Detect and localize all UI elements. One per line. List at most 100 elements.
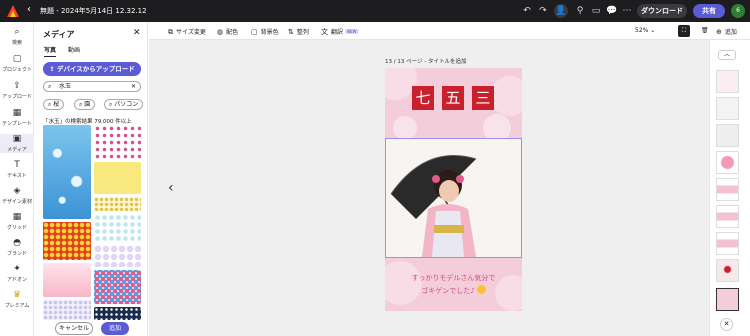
chevron-up-icon[interactable]: ︿ (718, 50, 736, 60)
suggestion-chip[interactable]: ⌕ 桜 (43, 99, 65, 110)
top-bar: ‹ 無題 - 2024年5月14日 12.32.12 ↶ ↷ 👤 ⚲ ▭ 💬 ⋯… (0, 0, 750, 22)
page-thumbnail[interactable] (716, 70, 739, 93)
redo-icon[interactable]: ↷ (536, 4, 550, 18)
translate-button[interactable]: 文翻訳 NEW (321, 27, 359, 37)
upload-from-device-button[interactable]: ⇪ デバイスからアップロード (43, 62, 141, 76)
add-button[interactable]: 追加 (101, 322, 129, 335)
brand-icon: ◓ (13, 238, 21, 248)
arrange-button[interactable]: ⇅ 整列 (288, 27, 309, 36)
color-scheme-button[interactable]: ◍ 配色 (217, 27, 238, 36)
zoom-select[interactable]: 52% ⌄ (635, 27, 655, 34)
upload-icon: ⇪ (13, 81, 21, 91)
close-icon[interactable]: ✕ (133, 28, 141, 38)
page-thumbnail[interactable] (716, 97, 739, 120)
cancel-button[interactable]: キャンセル (55, 322, 93, 335)
rail-item-design-assets[interactable]: ◈ デザイン素材 (0, 186, 34, 205)
background-color-button[interactable]: ▢ 背景色 (251, 27, 279, 36)
rail-item-upload[interactable]: ⇪ アップロード (0, 81, 34, 100)
search-input[interactable]: ⌕ 水玉 ✕ (43, 81, 141, 92)
suggestion-chip[interactable]: ⌕ 園 (74, 99, 96, 110)
add-page-button[interactable]: ⊕ 追加 (716, 27, 737, 36)
more-icon[interactable]: ⋯ (620, 4, 634, 18)
media-panel: メディア ✕ 写真 動画 ⇪ デバイスからアップロード ⌕ 水玉 ✕ ⌕ 桜 ⌕… (34, 22, 148, 336)
grid-icon: ▦ (12, 212, 22, 222)
left-rail: ⌕ 検索 ▢ プロジェクト ⇪ アップロード ▦ テンプレート ▣ メディア T テキスト … (0, 22, 34, 336)
rail-item-text[interactable]: T テキスト (0, 160, 34, 179)
new-badge: NEW (345, 29, 359, 34)
editor-toolbar: ⧉ サイズ変更 ◍ 配色 ▢ 背景色 ⇅ 整列 文翻訳 NEW 52% ⌄ ⛶ 🗑 ⊕ 追加 (149, 22, 750, 40)
result-image[interactable] (43, 125, 91, 219)
result-image[interactable] (43, 300, 91, 320)
panel-title: メディア (43, 30, 75, 39)
avatar[interactable]: 6 (731, 4, 745, 18)
download-button[interactable]: ダウンロード (637, 4, 687, 18)
caption-line-1[interactable]: すっかりモデルさん気分で (385, 273, 522, 284)
delete-icon[interactable]: 🗑 (701, 27, 709, 34)
result-image[interactable] (43, 263, 91, 297)
rail-item-media[interactable]: ▣ メディア (0, 134, 34, 153)
rail-item-brand[interactable]: ◓ ブランド (0, 238, 34, 257)
result-count: 「水玉」の検索結果 79,000 件以上 (43, 119, 132, 125)
suggestion-chip[interactable]: ⌕ パソコン (104, 99, 144, 110)
chevron-down-icon: ⌄ (650, 27, 656, 34)
page-title[interactable]: 13 / 13 ページ - タイトルを追加 (385, 57, 466, 65)
smiley-icon (476, 285, 486, 294)
result-image[interactable] (94, 307, 141, 320)
translate-icon: 文 (321, 28, 328, 36)
clear-icon[interactable]: ✕ (131, 82, 136, 91)
page-thumbnail-selected[interactable] (716, 288, 739, 311)
rail-item-grid[interactable]: ▦ グリッド (0, 212, 34, 231)
folder-icon: ▢ (12, 54, 22, 64)
chat-icon[interactable]: 💬 (605, 4, 619, 18)
share-button[interactable]: 共有 (693, 4, 725, 18)
back-icon[interactable]: ‹ (27, 4, 31, 15)
result-image[interactable] (94, 214, 141, 242)
rail-item-addons[interactable]: ✦ アドオン (0, 264, 34, 283)
result-image[interactable] (94, 162, 141, 194)
rail-item-premium[interactable]: ♛ プレミアム (0, 290, 34, 309)
page-thumbnail[interactable] (716, 178, 739, 201)
search-value: 水玉 (59, 83, 72, 90)
caption-line-2[interactable]: ゴキゲンでした♪ (385, 285, 522, 297)
result-image[interactable] (94, 125, 141, 159)
result-image[interactable] (94, 197, 141, 211)
tab-video[interactable]: 動画 (68, 45, 80, 56)
media-icon: ▣ (12, 134, 22, 144)
kanji-tile[interactable]: 三 (472, 86, 494, 110)
result-image[interactable] (94, 245, 141, 267)
previous-page-icon[interactable]: ‹ (168, 180, 174, 196)
page-thumbnail[interactable] (716, 232, 739, 255)
girl-with-umbrella-image (386, 139, 521, 257)
upload-icon: ⇪ (49, 65, 57, 73)
location-icon[interactable]: ⚲ (573, 4, 587, 18)
rail-item-search[interactable]: ⌕ 検索 (0, 27, 34, 46)
crown-icon: ♛ (12, 290, 22, 300)
page-thumbnail[interactable] (716, 205, 739, 228)
selected-photo[interactable] (385, 138, 522, 258)
adobe-express-logo[interactable] (7, 5, 19, 17)
add-user-icon[interactable]: 👤 (554, 4, 568, 18)
comment-icon[interactable]: ▭ (589, 4, 603, 18)
result-image[interactable] (43, 222, 91, 260)
tab-photo[interactable]: 写真 (44, 45, 57, 57)
page-thumbnail[interactable] (716, 259, 739, 282)
kanji-tile[interactable]: 五 (442, 86, 464, 110)
rail-item-templates[interactable]: ▦ テンプレート (0, 108, 34, 127)
search-icon: ⌕ (14, 27, 20, 37)
undo-icon[interactable]: ↶ (520, 4, 534, 18)
search-icon: ⌕ (48, 83, 52, 90)
fit-page-icon[interactable]: ⛶ (678, 25, 690, 37)
document-title[interactable]: 無題 - 2024年5月14日 12.32.12 (40, 6, 147, 16)
kanji-tile[interactable]: 七 (412, 86, 434, 110)
page-thumbnail[interactable] (716, 151, 739, 174)
text-icon: T (14, 160, 20, 170)
result-image[interactable] (94, 270, 141, 304)
close-icon[interactable]: ✕ (720, 318, 733, 331)
page-thumbnail[interactable] (716, 124, 739, 147)
resize-button[interactable]: ⧉ サイズ変更 (168, 27, 206, 37)
add-page-icon: ⊕ (716, 28, 722, 36)
rail-item-projects[interactable]: ▢ プロジェクト (0, 54, 34, 73)
palette-icon: ◍ (217, 28, 224, 36)
background-icon: ▢ (251, 28, 258, 36)
template-icon: ▦ (12, 108, 22, 118)
